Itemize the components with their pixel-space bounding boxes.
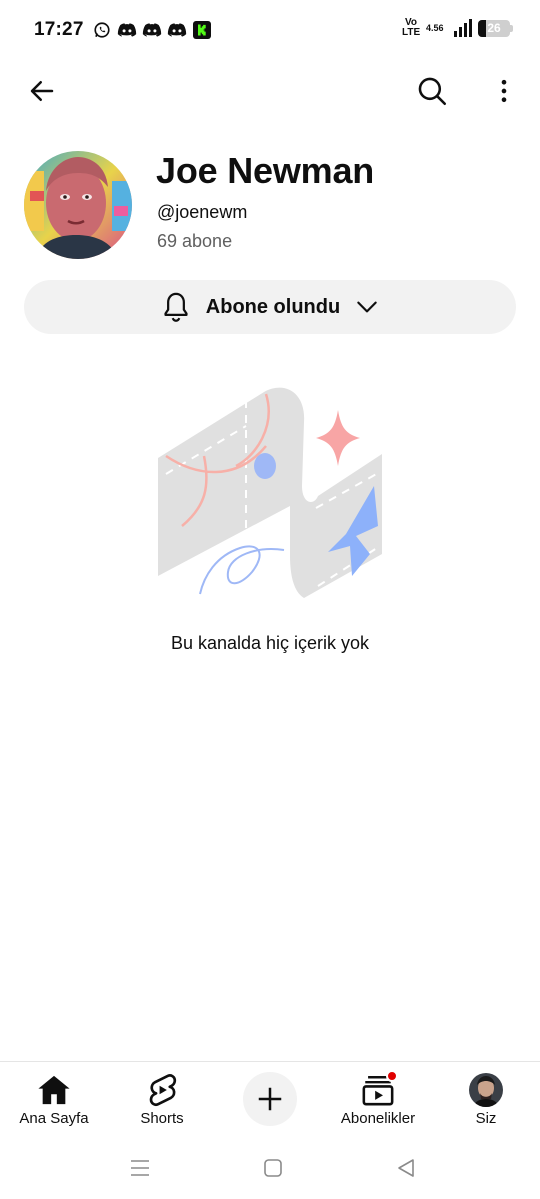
shorts-icon	[144, 1072, 180, 1108]
nav-item-shorts[interactable]: Shorts	[108, 1062, 216, 1140]
subscribed-button[interactable]: Abone olundu	[24, 280, 516, 334]
whatsapp-icon	[92, 20, 112, 40]
subscriber-count: 69 abone	[157, 231, 233, 251]
network-speed: 4.56	[426, 22, 444, 33]
discord-icon	[142, 20, 162, 40]
search-button[interactable]	[408, 67, 456, 115]
back-system-button[interactable]	[386, 1153, 426, 1183]
create-button[interactable]	[243, 1072, 297, 1126]
battery-level: 26	[487, 21, 501, 35]
signal-icon	[454, 19, 472, 37]
channel-handle: @joenewm	[157, 202, 248, 222]
plus-icon	[258, 1087, 282, 1111]
more-vert-icon	[501, 79, 507, 103]
nav-label-home: Ana Sayfa	[19, 1110, 89, 1127]
bottom-navigation: Ana Sayfa Shorts Abonelikler Siz	[0, 1061, 540, 1139]
subscriptions-icon	[360, 1070, 398, 1108]
nav-label-subscriptions: Abonelikler	[340, 1110, 416, 1127]
status-right: Vo LTE 4.56 26	[402, 17, 513, 38]
home-icon	[36, 1072, 72, 1108]
triangle-back-icon	[398, 1159, 414, 1177]
discord-icon	[117, 20, 137, 40]
nav-label-you: Siz	[475, 1110, 497, 1127]
square-icon	[264, 1159, 282, 1177]
subscribed-label: Abone olundu	[205, 295, 341, 318]
arrow-back-icon	[30, 81, 54, 101]
nav-item-home[interactable]: Ana Sayfa	[0, 1062, 108, 1140]
back-button[interactable]	[18, 67, 66, 115]
nav-label-shorts: Shorts	[140, 1110, 184, 1127]
kick-icon	[192, 20, 212, 40]
bell-icon	[164, 292, 188, 322]
status-time: 17:27	[34, 19, 84, 40]
empty-state-message: Bu kanalda hiç içerik yok	[170, 633, 370, 653]
system-navigation-bar	[0, 1139, 540, 1199]
notification-icons	[92, 20, 212, 40]
channel-name: Joe Newman	[156, 150, 375, 191]
menu-lines-icon	[131, 1160, 149, 1176]
volte-indicator: Vo LTE	[402, 17, 421, 38]
chevron-down-icon	[357, 301, 377, 313]
nav-item-subscriptions[interactable]: Abonelikler	[324, 1062, 432, 1140]
channel-avatar[interactable]	[24, 151, 132, 259]
notification-badge	[386, 1070, 398, 1082]
battery-icon: 26	[478, 19, 513, 37]
nav-item-you[interactable]: Siz	[432, 1062, 540, 1140]
discord-icon	[167, 20, 187, 40]
more-options-button[interactable]	[480, 67, 528, 115]
status-bar: 17:27 Vo LTE 4.56 26	[0, 0, 540, 62]
avatar	[469, 1073, 503, 1107]
home-system-button[interactable]	[253, 1153, 293, 1183]
recents-button[interactable]	[120, 1153, 160, 1183]
top-app-bar	[0, 62, 540, 120]
empty-state-illustration	[156, 386, 384, 598]
search-icon	[418, 77, 447, 106]
